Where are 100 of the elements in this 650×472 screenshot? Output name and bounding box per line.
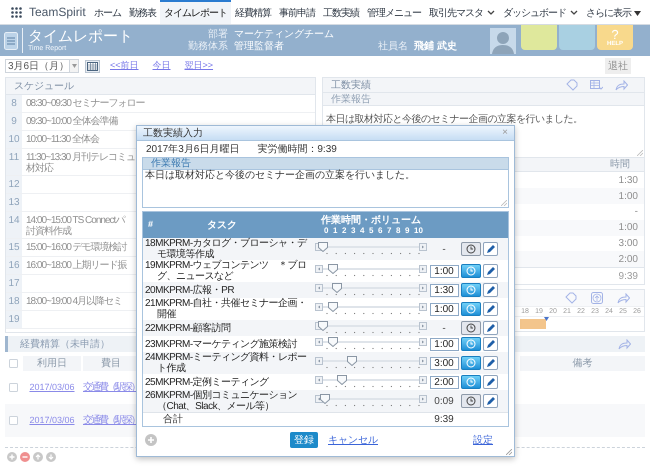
slider[interactable] bbox=[315, 375, 427, 389]
edit-button[interactable] bbox=[483, 375, 498, 389]
time-field[interactable]: 1:00 bbox=[430, 264, 458, 278]
timer-button[interactable] bbox=[461, 242, 481, 256]
share-icon[interactable] bbox=[618, 338, 631, 350]
section-label: 作業報告 bbox=[151, 158, 191, 169]
nav-tab[interactable]: 管理メニュー bbox=[363, 0, 425, 24]
checkbox[interactable] bbox=[8, 383, 18, 392]
settings-link[interactable]: 設定 bbox=[473, 432, 493, 448]
cancel-link[interactable]: キャンセル bbox=[328, 432, 378, 448]
slider[interactable] bbox=[315, 302, 427, 316]
timer-button[interactable] bbox=[461, 394, 481, 408]
tag-icon[interactable] bbox=[565, 292, 577, 304]
edit-button[interactable] bbox=[483, 321, 498, 335]
expense-item-link[interactable]: 交通費（駅探） bbox=[83, 380, 139, 395]
schedule-entry[interactable]: 15:00~16:00 デモ環境検討 bbox=[26, 242, 127, 253]
remove-icon[interactable] bbox=[20, 452, 30, 462]
schedule-entry[interactable]: 08:30~09:30 セミナーフォロー bbox=[26, 98, 145, 109]
day-link[interactable]: 翌日>> bbox=[184, 59, 214, 73]
edit-button[interactable] bbox=[483, 394, 498, 408]
schedule-entry[interactable]: 10:00~11:30 全体会 bbox=[26, 134, 99, 145]
slider[interactable] bbox=[315, 337, 427, 351]
move-down-icon[interactable] bbox=[46, 452, 56, 462]
share-icon[interactable] bbox=[617, 292, 630, 304]
slider[interactable] bbox=[315, 283, 427, 297]
slider[interactable] bbox=[315, 356, 427, 370]
checkbox[interactable] bbox=[8, 416, 18, 425]
slider[interactable] bbox=[315, 394, 427, 408]
timer-button[interactable] bbox=[461, 283, 481, 297]
timer-button[interactable] bbox=[461, 337, 481, 351]
schedule-entry[interactable]: 09:30~10:00 全体会準備 bbox=[26, 116, 118, 127]
pencil-icon bbox=[486, 378, 495, 386]
slider-thumb[interactable] bbox=[346, 356, 357, 366]
time-field[interactable]: 1:00 bbox=[430, 338, 458, 350]
time-cell-text: 1:00 bbox=[618, 190, 638, 204]
hour-label: 14 bbox=[6, 212, 22, 238]
share-icon[interactable] bbox=[615, 80, 628, 90]
date-select[interactable]: 3月6日（月） bbox=[5, 59, 79, 73]
menu-icon[interactable] bbox=[4, 32, 18, 50]
timer-button[interactable] bbox=[461, 321, 481, 335]
add-icon[interactable] bbox=[145, 434, 157, 446]
time-field[interactable]: 3:00 bbox=[430, 356, 458, 370]
resize-grip-icon[interactable] bbox=[637, 150, 643, 156]
nav-tab[interactable]: ホーム bbox=[90, 0, 125, 24]
tag-icon[interactable] bbox=[566, 79, 578, 91]
nav-tab[interactable]: さらに表示 bbox=[582, 0, 645, 24]
slider-thumb[interactable] bbox=[318, 242, 328, 252]
nav-tab[interactable]: ダッシュボード bbox=[499, 0, 582, 24]
slider[interactable] bbox=[315, 264, 427, 278]
date-link[interactable]: 2017/03/06 bbox=[23, 414, 81, 428]
schedule-entry[interactable]: 材対応 bbox=[26, 163, 135, 174]
checkbox[interactable] bbox=[8, 359, 18, 368]
day-link[interactable]: 今日 bbox=[152, 59, 171, 73]
slider-thumb[interactable] bbox=[328, 264, 338, 274]
report-field[interactable]: 本日は取材対応と今後のセミナー企画の立案を行いました。 bbox=[142, 170, 509, 208]
schedule-entry[interactable]: 11:30~13:30 月刊テレコミュ bbox=[26, 152, 135, 163]
nav-tab[interactable]: 事前申請 bbox=[275, 0, 319, 24]
nav-tab[interactable]: 勤務表 bbox=[125, 0, 160, 24]
timer-button[interactable] bbox=[461, 356, 481, 370]
resize-grip-icon[interactable] bbox=[506, 449, 512, 455]
time-field[interactable]: 1:30 bbox=[430, 284, 458, 296]
slider[interactable] bbox=[315, 321, 427, 335]
resize-grip-icon[interactable] bbox=[501, 200, 507, 206]
expense-item-link[interactable]: 交通費（駅探） bbox=[83, 413, 139, 428]
close-button[interactable]: × bbox=[502, 128, 508, 138]
clock-icon bbox=[466, 358, 476, 368]
edit-button[interactable] bbox=[483, 264, 498, 278]
table-icon[interactable] bbox=[590, 80, 603, 90]
timer-button[interactable] bbox=[461, 375, 481, 389]
move-up-icon[interactable] bbox=[33, 452, 43, 462]
time-field[interactable]: 1:00 bbox=[430, 302, 458, 316]
schedule-entry[interactable]: 討資料作成 bbox=[26, 226, 124, 237]
shortcut-tile[interactable] bbox=[521, 25, 557, 50]
shortcut-tile[interactable] bbox=[559, 25, 595, 50]
edit-button[interactable] bbox=[483, 242, 498, 256]
nav-tab[interactable]: 工数実績 bbox=[319, 0, 363, 24]
edit-button[interactable] bbox=[483, 283, 498, 297]
calendar-button[interactable] bbox=[85, 60, 100, 72]
timer-button[interactable] bbox=[461, 264, 481, 278]
add-icon[interactable] bbox=[7, 452, 17, 462]
edit-button[interactable] bbox=[483, 337, 498, 351]
slider[interactable] bbox=[315, 242, 427, 256]
schedule-entry[interactable]: 16:00~18:00 上期リード振 bbox=[26, 260, 127, 271]
date-link[interactable]: 2017/03/06 bbox=[23, 380, 81, 394]
nav-tab[interactable]: タイムレポート bbox=[160, 0, 231, 24]
scale-label: 6 bbox=[378, 226, 382, 236]
edit-button[interactable] bbox=[483, 356, 498, 370]
schedule-entry[interactable]: 14:00~15:00 TS Connectパ bbox=[26, 215, 124, 226]
day-link[interactable]: <<前日 bbox=[110, 59, 139, 73]
nav-tab[interactable]: 経費精算 bbox=[231, 0, 275, 24]
time-field[interactable]: 2:00 bbox=[430, 376, 458, 388]
nav-tab[interactable]: 取引先マスタ bbox=[425, 0, 499, 24]
edit-button[interactable] bbox=[483, 302, 498, 316]
upload-icon[interactable] bbox=[591, 292, 603, 304]
app-launcher-icon[interactable] bbox=[11, 6, 22, 18]
schedule-entry[interactable]: 18:00~19:00 4月以降セミ bbox=[26, 296, 122, 307]
slider-thumb[interactable] bbox=[328, 302, 338, 312]
field-value: 管理監督者 bbox=[234, 40, 285, 52]
timer-button[interactable] bbox=[461, 302, 481, 316]
submit-button[interactable]: 登録 bbox=[290, 432, 318, 448]
